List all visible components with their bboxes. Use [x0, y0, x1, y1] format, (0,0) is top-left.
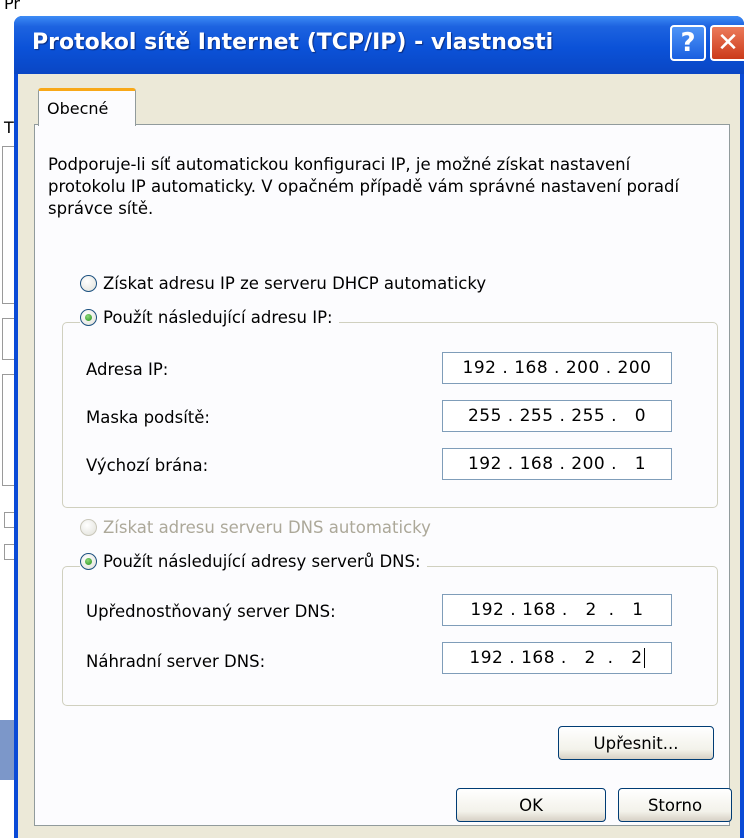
radio-ip-manual[interactable]: Použít následující adresu IP:	[80, 308, 339, 327]
alternate-dns-input[interactable]: 192 . 168 . 2 . 2	[442, 642, 672, 674]
help-button[interactable]: ?	[670, 25, 706, 61]
radio-ip-manual-label: Použít následující adresu IP:	[103, 308, 333, 327]
alternate-dns-label: Náhradní server DNS:	[86, 652, 266, 671]
preferred-dns-input[interactable]: 192 . 168 . 2 . 1	[442, 594, 672, 626]
radio-dns-manual[interactable]: Použít následující adresy serverů DNS:	[80, 552, 427, 571]
advanced-button[interactable]: Upřesnit...	[558, 726, 714, 760]
subnet-mask-label: Maska podsítě:	[86, 408, 210, 427]
help-icon: ?	[680, 28, 696, 58]
radio-ip-auto-icon	[80, 275, 97, 292]
radio-dns-manual-label: Použít následující adresy serverů DNS:	[103, 552, 421, 571]
title-bar[interactable]: Protokol sítě Internet (TCP/IP) - vlastn…	[14, 16, 744, 74]
radio-ip-manual-icon	[80, 309, 97, 326]
background-blue-strip	[0, 720, 14, 780]
ok-button[interactable]: OK	[456, 788, 606, 822]
default-gateway-input[interactable]: 192 . 168 . 200 . 1	[442, 448, 672, 480]
dns-groupbox	[62, 566, 718, 706]
cancel-button[interactable]: Storno	[618, 788, 732, 822]
dialog-client-area: Obecné Podporuje-li síť automatickou kon…	[18, 74, 740, 838]
preferred-dns-label: Upřednostňovaný server DNS:	[86, 602, 336, 621]
close-button[interactable]: ✕	[710, 25, 744, 61]
subnet-mask-input[interactable]: 255 . 255 . 255 . 0	[442, 400, 672, 432]
radio-dns-auto[interactable]: Získat adresu serveru DNS automaticky	[80, 518, 437, 537]
background-text-fragment: T	[4, 118, 14, 137]
alternate-dns-value: 192 . 168 . 2 . 2	[469, 648, 643, 668]
background-text-fragment: Př	[4, 0, 20, 13]
radio-dns-auto-label: Získat adresu serveru DNS automaticky	[103, 518, 431, 537]
ip-address-label: Adresa IP:	[86, 360, 169, 379]
radio-dns-auto-icon	[80, 519, 97, 536]
text-caret	[643, 648, 645, 668]
close-icon: ✕	[717, 28, 739, 58]
description-text: Podporuje-li síť automatickou konfigurac…	[48, 155, 680, 218]
tcpip-properties-dialog: Protokol sítě Internet (TCP/IP) - vlastn…	[14, 16, 744, 838]
radio-ip-auto[interactable]: Získat adresu IP ze serveru DHCP automat…	[80, 274, 493, 293]
radio-ip-auto-label: Získat adresu IP ze serveru DHCP automat…	[103, 274, 487, 293]
tab-general[interactable]: Obecné	[38, 88, 136, 126]
dialog-title: Protokol sítě Internet (TCP/IP) - vlastn…	[32, 30, 554, 55]
radio-dns-manual-icon	[80, 553, 97, 570]
default-gateway-label: Výchozí brána:	[86, 456, 209, 475]
ip-address-input[interactable]: 192 . 168 . 200 . 200	[442, 352, 672, 384]
